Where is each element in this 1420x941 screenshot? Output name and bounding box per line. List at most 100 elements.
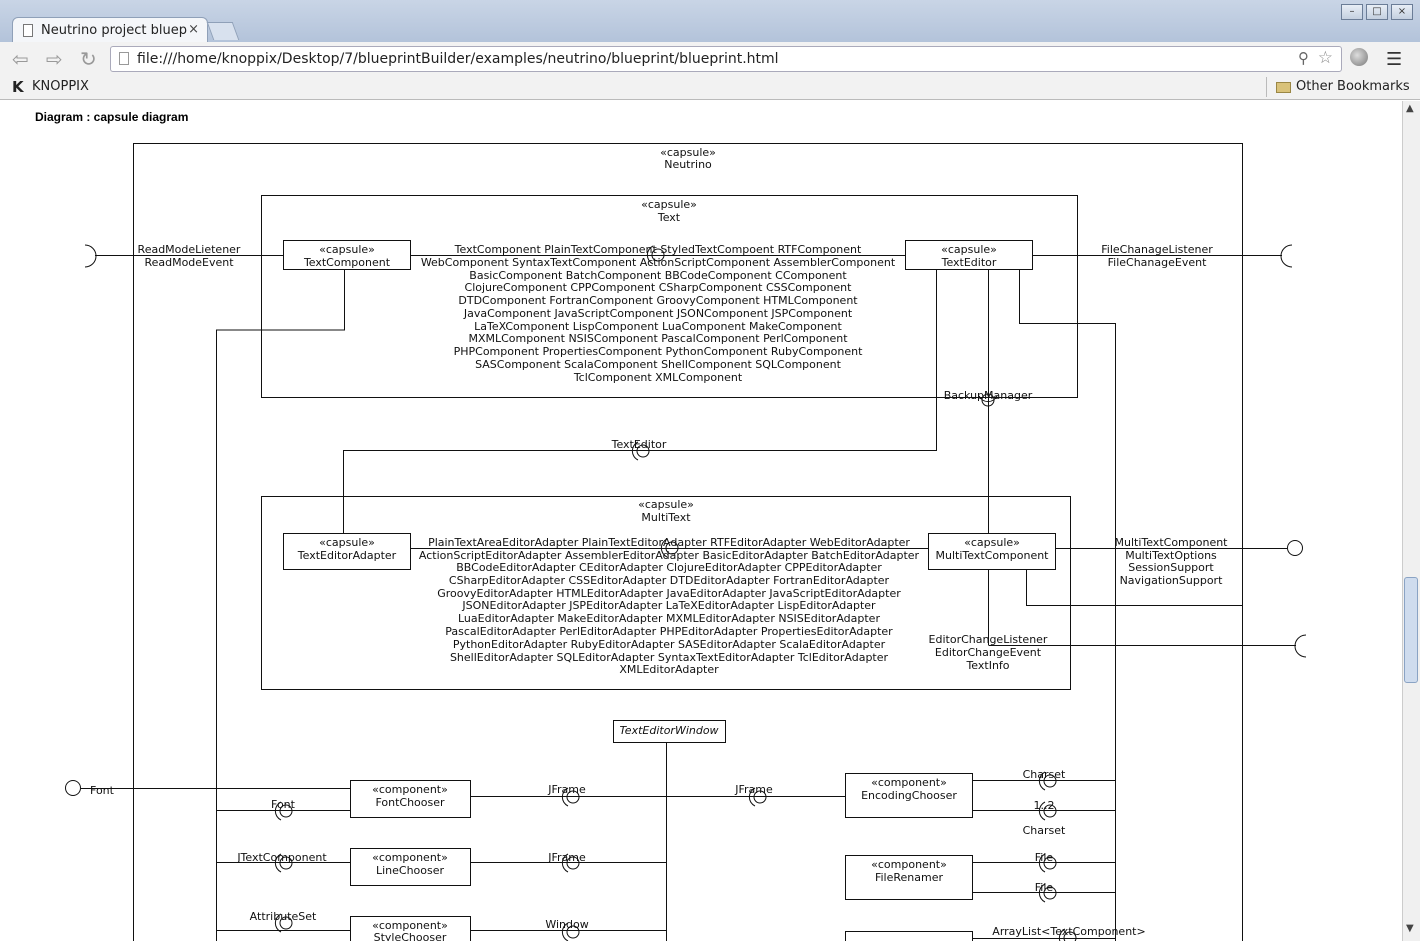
font-port-label-2: Font [271,798,296,811]
text-components-line: WebComponent SyntaxTextComponent ActionS… [421,256,896,269]
editor-change-line: TextInfo [965,659,1009,672]
adapter-line: BBCodeEditorAdapter CEditorAdapter Cloju… [456,561,882,574]
address-bar[interactable]: file:///home/knoppix/Desktop/7/blueprint… [110,46,1342,72]
browser-toolbar: ⇦ ⇨ ↻ file:///home/knoppix/Desktop/7/blu… [0,42,1420,74]
linechooser-label: LineChooser [376,864,445,877]
bookmark-star-icon[interactable]: ☆ [1318,48,1333,68]
window-titlebar: Neutrino project bluep × – □ × [0,0,1420,43]
new-tab-button[interactable] [206,22,240,40]
backup-manager-label: BackupManager [944,389,1033,402]
bookmark-separator [1266,77,1267,97]
adapter-line: CSharpEditorAdapter CSSEditorAdapter DTD… [449,574,890,587]
back-icon[interactable]: ⇦ [12,47,29,71]
reload-icon[interactable]: ↻ [80,47,97,71]
readmode-socket-icon [84,244,97,268]
scrollbar-thumb[interactable] [1404,577,1418,683]
multitextcomponent-label: MultiTextComponent [936,549,1050,562]
filechange-listener-label: FileChanageListener [1101,243,1213,256]
extension-globe-icon[interactable] [1350,48,1368,66]
text-components-line: PHPComponent PropertiesComponent PythonC… [454,345,863,358]
other-bookmarks[interactable]: Other Bookmarks [1296,79,1410,94]
jtext-port-label: JTextComponent [236,851,327,864]
scroll-down-icon[interactable]: ▼ [1406,923,1414,934]
text-components-line: MXMLComponent NSISComponent PascalCompon… [468,332,848,345]
filerenamer-label: FileRenamer [875,871,944,884]
linechooser-stereotype: «component» [372,851,448,864]
jframe-port-label-3: JFrame [547,851,586,864]
charset-port-label: Charset [1023,768,1066,781]
texteditorwindow-label: TextEditorWindow [619,724,718,737]
encodingchooser-label: EncodingChooser [861,789,957,802]
readmode-event-label: ReadModeEvent [144,256,234,269]
bookmark-knoppix[interactable]: KNOPPIX [32,79,89,94]
multi-port-line: MultiTextComponent [1115,536,1229,549]
attribute-port-label: AttributeSet [250,910,317,923]
adapter-line: PythonEditorAdapter RubyEditorAdapter SA… [453,638,886,651]
close-window-icon[interactable]: × [1391,4,1413,20]
search-icon[interactable]: ⚲ [1298,49,1309,67]
multitext-stereotype: «capsule» [638,498,694,511]
texteditoradapter-stereotype: «capsule» [319,536,375,549]
multitextcomponent-stereotype: «capsule» [964,536,1020,549]
lower-component-box [845,931,973,941]
texteditor-label: TextEditor [941,256,997,269]
window-port-label: Window [545,918,588,931]
maximize-icon[interactable]: □ [1366,4,1388,20]
adapter-line: JSONEditorAdapter JSPEditorAdapter LaTeX… [461,599,876,612]
knoppix-logo-icon: K [12,78,24,96]
text-components-line: JavaComponent JavaScriptComponent JSONCo… [463,307,853,320]
file-port-label-2: File [1035,881,1054,894]
fontchooser-connectors [81,788,845,811]
multitext-lollipop-icon [1287,540,1303,556]
multi-port-line: NavigationSupport [1120,574,1224,587]
menu-icon[interactable]: ☰ [1386,49,1402,70]
folder-icon [1276,82,1291,93]
jframe-port-label-2: JFrame [734,783,773,796]
scroll-up-icon[interactable]: ▲ [1406,103,1414,114]
multiplicity-label: 1..2 [1034,799,1055,812]
filerenamer-stereotype: «component» [871,858,947,871]
close-tab-icon[interactable]: × [188,22,199,37]
page-icon [119,52,129,65]
arraylist-port-label: ArrayList<TextComponent> [992,925,1145,938]
textcomponent-stereotype: «capsule» [319,243,375,256]
text-components-line: DTDComponent FortranComponent GroovyComp… [458,294,858,307]
text-components-line: TclComponent XMLComponent [573,371,743,384]
texteditoradapter-label: TextEditorAdapter [297,549,397,562]
texteditor-stereotype: «capsule» [941,243,997,256]
font-port-label: Font [90,784,115,797]
stylechooser-label: StyleChooser [374,931,447,941]
adapter-line: LuaEditorAdapter MakeEditorAdapter MXMLE… [458,612,880,625]
textcomponent-label: TextComponent [303,256,391,269]
jframe-port-label: JFrame [547,783,586,796]
font-lollipop-icon [65,780,81,796]
minimize-icon[interactable]: – [1341,4,1363,20]
editor-change-line: EditorChangeListener [929,633,1048,646]
filechange-socket-icon [1280,244,1293,268]
adapter-line: PascalEditorAdapter PerlEditorAdapter PH… [445,625,893,638]
neutrino-label: Neutrino [664,158,712,171]
page-icon [23,24,33,37]
multi-port-line: SessionSupport [1128,561,1214,574]
multitext-label: MultiText [641,511,691,524]
bookmarks-bar: K KNOPPIX Other Bookmarks [0,74,1420,100]
page-content: Diagram : capsule diagram «capsule» Neut… [0,101,1402,941]
editor-change-line: EditorChangeEvent [935,646,1042,659]
text-stereotype: «capsule» [641,198,697,211]
file-port-label: File [1035,851,1054,864]
readmode-listener-label: ReadModeLietener [138,243,241,256]
browser-tab[interactable]: Neutrino project bluep × [12,17,208,43]
tab-title: Neutrino project bluep [41,23,187,38]
texteditor-port-label: TextEditor [611,438,667,451]
text-components-line: SASComponent ScalaComponent ShellCompone… [475,358,841,371]
text-label: Text [657,211,681,224]
charset-port-label-2: Charset [1023,824,1066,837]
text-components-line: TextComponent PlainTextComponent StyledT… [454,243,862,256]
fontchooser-label: FontChooser [375,796,445,809]
fontchooser-stereotype: «component» [372,783,448,796]
url-text[interactable]: file:///home/knoppix/Desktop/7/blueprint… [137,51,779,67]
editorchange-socket-icon [1294,634,1307,658]
capsule-diagram: «capsule» Neutrino «capsule» Text «capsu… [65,143,1307,941]
forward-icon[interactable]: ⇨ [46,47,63,71]
vertical-scrollbar[interactable]: ▲ ▼ [1402,101,1420,941]
